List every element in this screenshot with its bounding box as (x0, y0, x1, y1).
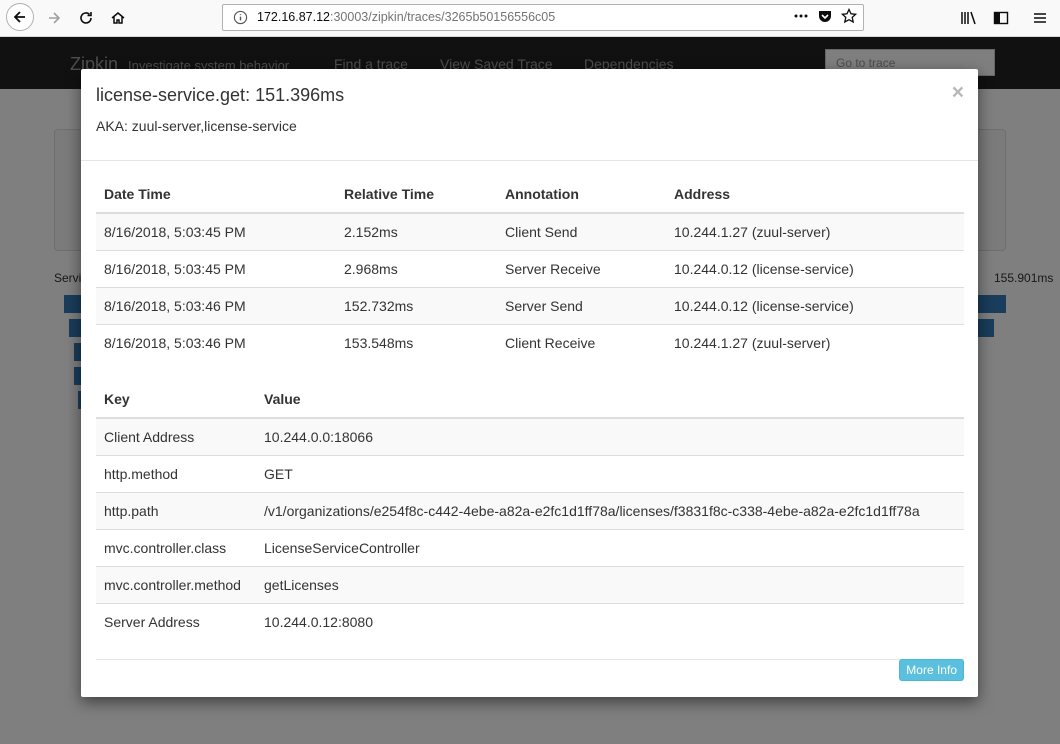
table-row: 8/16/2018, 5:03:46 PM 152.732ms Server S… (96, 287, 964, 325)
cell-key: Server Address (96, 603, 256, 640)
col-relative-time: Relative Time (336, 175, 497, 214)
cell-date-time: 8/16/2018, 5:03:46 PM (96, 324, 336, 361)
annotations-table: Date Time Relative Time Annotation Addre… (96, 175, 964, 361)
back-button[interactable] (6, 3, 34, 31)
table-row: mvc.controller.method getLicenses (96, 566, 964, 604)
bookmark-star-icon[interactable] (840, 7, 858, 29)
table-row: 8/16/2018, 5:03:46 PM 153.548ms Client R… (96, 324, 964, 361)
cell-value: getLicenses (256, 566, 964, 604)
cell-value: /v1/organizations/e254f8c-c442-4ebe-a82a… (256, 492, 964, 530)
table-row: 8/16/2018, 5:03:45 PM 2.968ms Server Rec… (96, 250, 964, 288)
tags-table: Key Value Client Address 10.244.0.0:1806… (96, 380, 964, 640)
cell-key: Client Address (96, 417, 256, 456)
col-annotation: Annotation (497, 175, 666, 214)
library-button[interactable] (957, 6, 981, 30)
cell-key: http.method (96, 455, 256, 493)
sidebar-icon (993, 11, 1009, 25)
cell-address: 10.244.0.12 (license-service) (666, 287, 964, 325)
close-button[interactable]: × (952, 81, 964, 105)
cell-relative-time: 152.732ms (336, 287, 497, 325)
cell-address: 10.244.0.12 (license-service) (666, 250, 964, 288)
cell-relative-time: 2.152ms (336, 212, 497, 251)
table-row: http.method GET (96, 455, 964, 493)
modal-footer (96, 659, 964, 660)
table-row: http.path /v1/organizations/e254f8c-c442… (96, 492, 964, 530)
table-row: Client Address 10.244.0.0:18066 (96, 417, 964, 456)
reload-icon (80, 12, 92, 24)
cell-key: mvc.controller.class (96, 529, 256, 567)
library-icon (961, 11, 976, 25)
modal-header: license-service.get: 151.396ms AKA: zuul… (81, 69, 978, 161)
col-address: Address (666, 175, 964, 214)
modal-title: license-service.get: 151.396ms (96, 85, 345, 105)
arrow-right-icon (49, 12, 61, 24)
col-key: Key (96, 380, 256, 419)
cell-annotation: Client Send (497, 212, 666, 251)
cell-annotation: Server Send (497, 287, 666, 325)
cell-value: 10.244.0.12:8080 (256, 603, 964, 640)
url-path: :30003/zipkin/traces/3265b50156556c05 (330, 10, 556, 24)
page-actions-icon[interactable] (793, 8, 809, 29)
modal-aka: AKA: zuul-server,license-service (96, 118, 297, 134)
cell-key: mvc.controller.method (96, 566, 256, 604)
arrow-left-icon (13, 11, 25, 23)
cell-value: LicenseServiceController (256, 529, 964, 567)
cell-date-time: 8/16/2018, 5:03:45 PM (96, 212, 336, 251)
cell-date-time: 8/16/2018, 5:03:46 PM (96, 287, 336, 325)
table-row: 8/16/2018, 5:03:45 PM 2.152ms Client Sen… (96, 212, 964, 251)
hamburger-icon (1034, 13, 1046, 23)
cell-address: 10.244.1.27 (zuul-server) (666, 212, 964, 251)
pocket-icon[interactable] (817, 8, 833, 29)
table-row: Server Address 10.244.0.12:8080 (96, 603, 964, 640)
cell-address: 10.244.1.27 (zuul-server) (666, 324, 964, 361)
cell-value: GET (256, 455, 964, 493)
home-icon (111, 12, 125, 24)
cell-annotation: Server Receive (497, 250, 666, 288)
cell-relative-time: 153.548ms (336, 324, 497, 361)
cell-annotation: Client Receive (497, 324, 666, 361)
address-bar[interactable]: 172.16.87.12:30003/zipkin/traces/3265b50… (222, 4, 864, 31)
url-host: 172.16.87.12 (257, 10, 330, 24)
more-info-button[interactable]: More Info (899, 659, 964, 681)
info-icon[interactable] (233, 10, 248, 30)
cell-relative-time: 2.968ms (336, 250, 497, 288)
table-row: mvc.controller.class LicenseServiceContr… (96, 529, 964, 567)
col-value: Value (256, 380, 964, 419)
reload-button[interactable] (72, 4, 100, 32)
menu-button[interactable] (1028, 6, 1052, 30)
cell-date-time: 8/16/2018, 5:03:45 PM (96, 250, 336, 288)
cell-key: http.path (96, 492, 256, 530)
home-button[interactable] (104, 4, 132, 32)
cell-value: 10.244.0.0:18066 (256, 417, 964, 456)
col-date-time: Date Time (96, 175, 336, 214)
browser-toolbar: 172.16.87.12:30003/zipkin/traces/3265b50… (0, 0, 1060, 37)
span-detail-modal: license-service.get: 151.396ms AKA: zuul… (81, 69, 978, 697)
forward-button[interactable] (40, 4, 68, 32)
url-text: 172.16.87.12:30003/zipkin/traces/3265b50… (257, 10, 555, 24)
sidebar-button[interactable] (989, 6, 1013, 30)
